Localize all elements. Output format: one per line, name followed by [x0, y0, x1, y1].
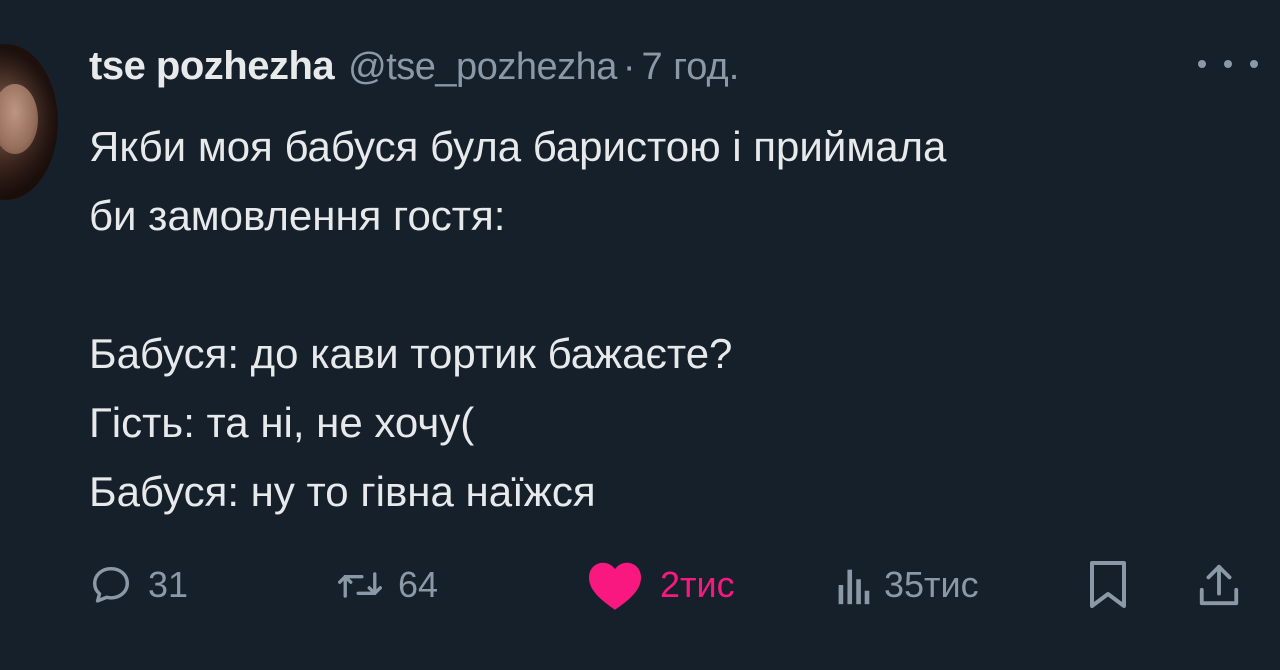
views-button[interactable]: 35тис	[836, 555, 979, 615]
author-name[interactable]: tse pozhezha	[89, 44, 335, 89]
bookmark-button[interactable]	[1088, 555, 1128, 615]
tweet-text: Якби моя бабуся була баристою і приймала…	[89, 112, 1259, 526]
views-icon	[836, 562, 870, 608]
more-dot	[1224, 60, 1232, 68]
bookmark-icon	[1088, 559, 1128, 611]
tweet-timestamp[interactable]: 7 год.	[642, 46, 740, 89]
like-button[interactable]: 2тис	[584, 555, 735, 615]
tweet-text-line: Бабуся: ну то гівна наїжся	[89, 468, 596, 515]
share-button[interactable]	[1196, 555, 1242, 615]
retweet-icon	[336, 562, 384, 608]
like-count: 2тис	[660, 564, 735, 605]
author-handle[interactable]: @tse_pozhezha	[348, 46, 617, 89]
tweet: tse pozhezha @tse_pozhezha · 7 год. Якби…	[0, 0, 1280, 670]
tweet-text-line: би замовлення гостя:	[89, 192, 506, 239]
avatar[interactable]	[0, 44, 58, 200]
action-bar: 31 64 2тис 35тис	[0, 555, 1280, 615]
heart-filled-icon	[584, 559, 646, 611]
tweet-text-line: Якби моя бабуся була баристою і приймала	[89, 123, 947, 170]
tweet-text-line: Гість: та ні, не хочу(	[89, 399, 475, 446]
more-dots-icon[interactable]	[1198, 52, 1258, 76]
share-icon	[1196, 561, 1242, 609]
more-dot	[1250, 60, 1258, 68]
retweet-button[interactable]: 64	[336, 555, 438, 615]
more-dot	[1198, 60, 1206, 68]
tweet-text-line: Бабуся: до кави тортик бажаєте?	[89, 330, 733, 377]
views-count: 35тис	[884, 564, 979, 605]
reply-count: 31	[148, 564, 189, 605]
separator-dot: ·	[622, 46, 636, 88]
tweet-header: tse pozhezha @tse_pozhezha · 7 год.	[89, 44, 739, 94]
reply-button[interactable]: 31	[88, 555, 188, 615]
retweet-count: 64	[398, 564, 439, 605]
reply-icon	[88, 562, 134, 608]
